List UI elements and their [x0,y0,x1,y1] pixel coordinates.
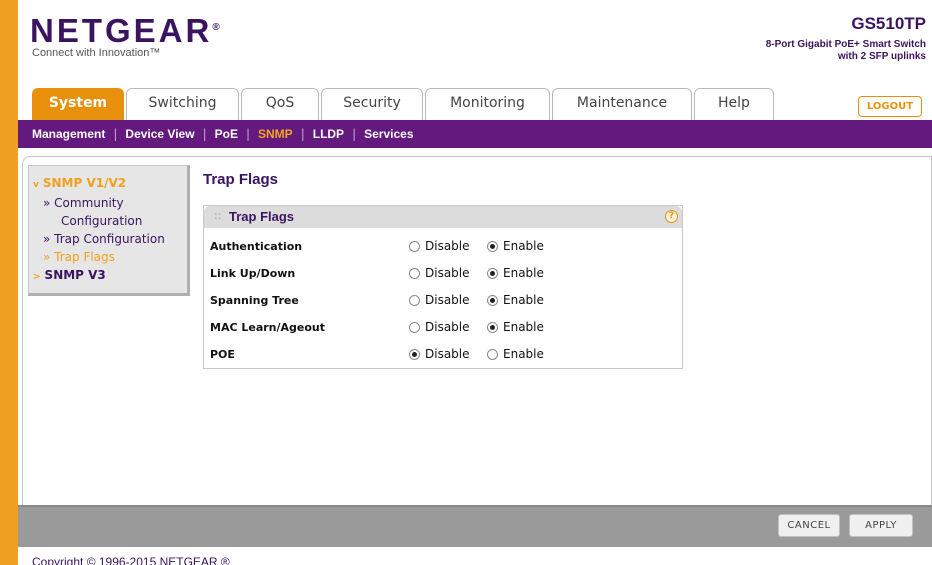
row-label: Authentication [210,240,303,253]
left-accent-bar [0,0,18,565]
sidemenu-item-community-configuration-cont[interactable]: Configuration [33,212,183,230]
cancel-button[interactable]: CANCEL [778,514,840,537]
radio-checked[interactable] [487,267,498,279]
trap-row-poe: POE Disable Enable [210,346,670,364]
subnav-device-view[interactable]: Device View [117,127,202,141]
chevron-right-icon: > [33,272,41,282]
main-tabs: System Switching QoS Security Monitoring… [32,88,776,120]
radio-checked[interactable] [409,348,420,360]
trap-flags-panel: :: Trap Flags ? Authentication Disable E… [203,205,683,369]
sidemenu-group-snmp-v1v2[interactable]: v SNMP V1/V2 [33,174,183,194]
spanning-tree-enable-option[interactable]: Enable [487,293,544,307]
sidemenu-group-snmp-v3[interactable]: > SNMP V3 [33,266,183,286]
panel-header: :: Trap Flags ? [204,206,682,228]
row-label: Spanning Tree [210,294,299,307]
apply-button[interactable]: APPLY [849,514,913,537]
radio-checked[interactable] [487,240,498,252]
grip-icon: :: [214,209,222,222]
panel-title: Trap Flags [229,209,295,224]
sub-navigation: Management | Device View | PoE | SNMP | … [18,120,932,148]
sidemenu-item-trap-configuration[interactable]: » Trap Configuration [33,230,183,248]
copyright-text: Copyright © 1996-2015 NETGEAR ® [32,555,230,565]
chevron-down-icon: v [33,180,39,190]
model-description: 8-Port Gigabit PoE+ Smart Switch with 2 … [765,39,926,62]
subnav-snmp[interactable]: SNMP [250,127,301,141]
authentication-enable-option[interactable]: Enable [487,239,544,253]
subnav-lldp[interactable]: LLDP [305,127,352,141]
trap-row-spanning-tree: Spanning Tree Disable Enable [210,292,670,310]
tab-help[interactable]: Help [694,88,774,120]
mac-enable-option[interactable]: Enable [487,320,544,334]
trap-row-mac-learn-ageout: MAC Learn/Ageout Disable Enable [210,319,670,337]
side-menu: v SNMP V1/V2 » Community Configuration » … [28,165,190,296]
authentication-disable-option[interactable]: Disable [409,239,470,253]
tab-monitoring[interactable]: Monitoring [425,88,550,120]
radio-unchecked[interactable] [409,267,420,279]
radio-checked[interactable] [487,294,498,306]
tab-switching[interactable]: Switching [126,88,239,120]
trap-row-link-up-down: Link Up/Down Disable Enable [210,265,670,283]
tagline: Connect with Innovation™ [32,47,161,59]
help-icon[interactable]: ? [665,210,678,223]
page: NETGEAR® Connect with Innovation™ GS510T… [0,0,932,565]
radio-unchecked[interactable] [487,348,498,360]
poe-enable-option[interactable]: Enable [487,347,544,361]
logout-button[interactable]: LOGOUT [858,96,922,117]
tab-qos[interactable]: QoS [241,88,319,120]
link-enable-option[interactable]: Enable [487,266,544,280]
spanning-tree-disable-option[interactable]: Disable [409,293,470,307]
tab-system[interactable]: System [32,88,124,120]
link-disable-option[interactable]: Disable [409,266,470,280]
sidemenu-item-trap-flags[interactable]: » Trap Flags [33,248,183,266]
tab-maintenance[interactable]: Maintenance [552,88,692,120]
row-label: Link Up/Down [210,267,296,280]
radio-checked[interactable] [487,321,498,333]
row-label: POE [210,348,235,361]
subnav-poe[interactable]: PoE [207,127,246,141]
radio-unchecked[interactable] [409,240,420,252]
subnav-services[interactable]: Services [356,127,421,141]
tab-security[interactable]: Security [321,88,423,120]
netgear-logo: NETGEAR® [30,12,220,49]
row-label: MAC Learn/Ageout [210,321,326,334]
model-name: GS510TP [851,14,926,33]
mac-disable-option[interactable]: Disable [409,320,470,334]
radio-unchecked[interactable] [409,294,420,306]
poe-disable-option[interactable]: Disable [409,347,470,361]
radio-unchecked[interactable] [409,321,420,333]
page-title: Trap Flags [203,171,279,188]
trap-row-authentication: Authentication Disable Enable [210,238,670,256]
sidemenu-item-community-configuration[interactable]: » Community [33,194,183,212]
subnav-management[interactable]: Management [24,127,113,141]
